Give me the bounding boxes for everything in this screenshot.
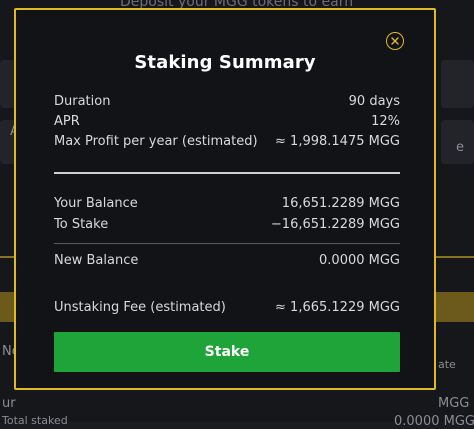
row-value: 12% bbox=[371, 114, 400, 129]
stake-button[interactable]: Stake bbox=[54, 332, 400, 372]
row-label: New Balance bbox=[54, 253, 139, 268]
background-text: e bbox=[456, 140, 464, 155]
background-text: ur bbox=[2, 396, 16, 411]
background-text: MGG bbox=[438, 396, 470, 411]
row-value: 16,651.2289 MGG bbox=[281, 196, 400, 211]
row-label: Max Profit per year (estimated) bbox=[54, 134, 258, 149]
row-value: 90 days bbox=[348, 94, 400, 109]
summary-row-apr: APR 12% bbox=[54, 114, 400, 129]
row-label: APR bbox=[54, 114, 80, 129]
row-value: ≈ 1,665.1229 MGG bbox=[275, 300, 400, 315]
summary-row-max-profit: Max Profit per year (estimated) ≈ 1,998.… bbox=[54, 134, 400, 149]
row-label: To Stake bbox=[54, 217, 109, 232]
summary-row-duration: Duration 90 days bbox=[54, 94, 400, 109]
row-value: ≈ 1,998.1475 MGG bbox=[275, 134, 400, 149]
staking-summary-modal: Staking Summary Duration 90 days APR 12%… bbox=[14, 8, 436, 390]
summary-row-unstaking-fee: Unstaking Fee (estimated) ≈ 1,665.1229 M… bbox=[54, 300, 400, 315]
background-text: Total staked bbox=[2, 414, 68, 427]
summary-row-to-stake: To Stake −16,651.2289 MGG bbox=[54, 217, 400, 232]
row-label: Unstaking Fee (estimated) bbox=[54, 300, 226, 315]
background-card-right bbox=[441, 60, 474, 108]
modal-title: Staking Summary bbox=[134, 52, 316, 73]
row-value: 0.0000 MGG bbox=[319, 253, 400, 268]
row-label: Your Balance bbox=[54, 196, 138, 211]
row-value: −16,651.2289 MGG bbox=[270, 217, 400, 232]
summary-row-your-balance: Your Balance 16,651.2289 MGG bbox=[54, 196, 400, 211]
section-divider bbox=[54, 172, 400, 174]
row-label: Duration bbox=[54, 94, 111, 109]
background-text: ate bbox=[438, 358, 456, 371]
close-button[interactable] bbox=[386, 32, 404, 50]
section-divider bbox=[54, 243, 400, 244]
summary-row-new-balance: New Balance 0.0000 MGG bbox=[54, 253, 400, 268]
close-icon bbox=[391, 37, 399, 45]
